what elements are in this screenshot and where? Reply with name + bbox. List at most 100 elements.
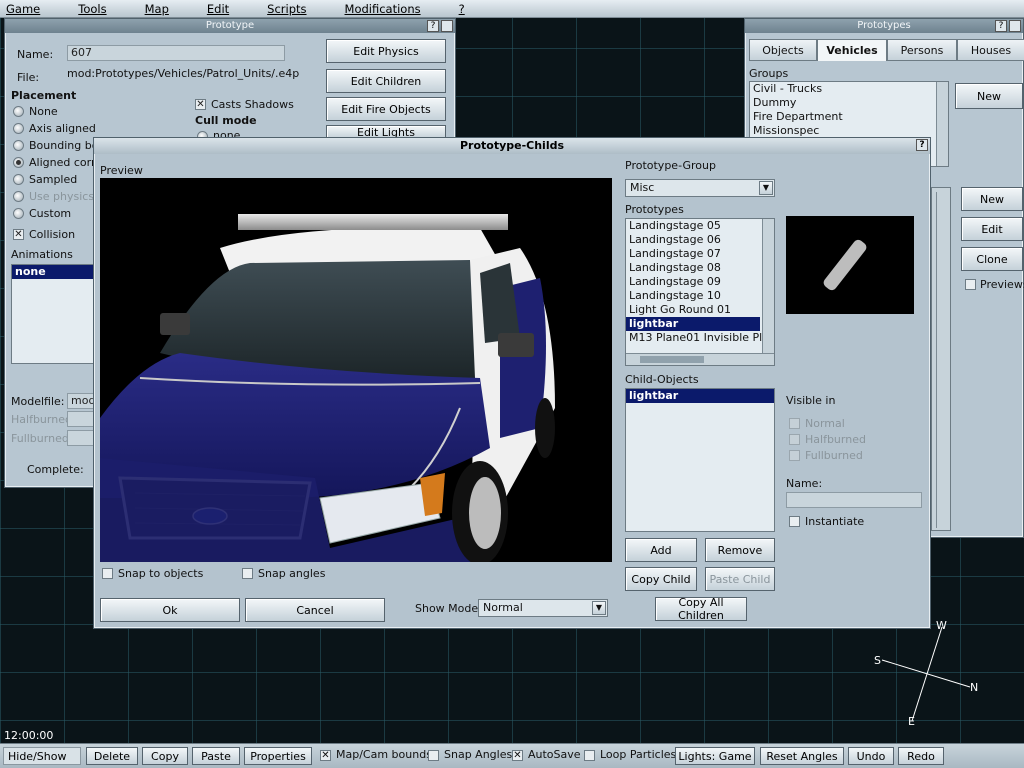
properties-button[interactable]: Properties <box>244 747 312 765</box>
menu-tools[interactable]: Tools <box>72 2 116 16</box>
chevron-down-icon[interactable]: ▼ <box>592 601 606 615</box>
menu-game[interactable]: Game <box>0 2 50 16</box>
dialog-title: Prototype-Childs ? <box>94 138 930 154</box>
snap-angles-checkbox[interactable] <box>242 568 253 579</box>
placement-aligned-corner-radio[interactable] <box>13 157 24 168</box>
list-item[interactable]: Dummy <box>750 96 948 110</box>
name-input[interactable]: 607 <box>67 45 285 61</box>
visible-halfburned-checkbox[interactable] <box>789 434 800 445</box>
copy-all-children-button[interactable]: Copy All Children <box>655 596 747 622</box>
list-item[interactable]: Light Go Round 01 <box>626 303 774 317</box>
map-cam-bounds-checkbox[interactable]: ✕ <box>320 750 331 761</box>
help-icon[interactable]: ? <box>916 139 928 151</box>
menu-edit[interactable]: Edit <box>201 2 239 16</box>
groups-scrollbar[interactable] <box>936 82 948 166</box>
child-objects-list[interactable]: lightbar <box>625 388 775 532</box>
edit-fire-objects-button[interactable]: Edit Fire Objects <box>326 97 446 121</box>
preview-viewport[interactable] <box>100 178 612 562</box>
visible-fullburned-checkbox[interactable] <box>789 450 800 461</box>
placement-bbox-radio[interactable] <box>13 140 24 151</box>
tab-vehicles[interactable]: Vehicles <box>817 39 887 61</box>
prototypes-scrollbar[interactable] <box>936 192 946 528</box>
tab-persons[interactable]: Persons <box>887 39 957 61</box>
copy-button[interactable]: Copy <box>142 747 188 765</box>
cancel-button[interactable]: Cancel <box>245 598 385 622</box>
redo-button[interactable]: Redo <box>898 747 944 765</box>
paste-child-button[interactable]: Paste Child <box>705 567 775 591</box>
bottom-toolbar: Hide/Show Delete Copy Paste Properties ✕… <box>0 743 1024 768</box>
list-item[interactable]: Landingstage 07 <box>626 247 774 261</box>
instantiate-checkbox[interactable] <box>789 516 800 527</box>
help-icon[interactable]: ? <box>995 20 1007 32</box>
add-button[interactable]: Add <box>625 538 697 562</box>
lightbar-preview-icon <box>823 239 867 291</box>
collision-checkbox[interactable]: ✕ <box>13 229 24 240</box>
undo-button[interactable]: Undo <box>848 747 894 765</box>
animations-list[interactable]: none <box>11 264 97 364</box>
prototypes-list[interactable]: Landingstage 05 Landingstage 06 Landings… <box>625 218 775 366</box>
menu-scripts[interactable]: Scripts <box>261 2 316 16</box>
prototype-group-dropdown[interactable]: Misc ▼ <box>625 179 775 197</box>
list-item[interactable]: Landingstage 06 <box>626 233 774 247</box>
show-model-dropdown[interactable]: Normal ▼ <box>478 599 608 617</box>
list-item[interactable]: Landingstage 10 <box>626 289 774 303</box>
chevron-down-icon[interactable]: ▼ <box>759 181 773 195</box>
menu-map[interactable]: Map <box>139 2 179 16</box>
show-model-label: Show Model <box>415 602 482 615</box>
list-item[interactable]: Missionspec <box>750 124 948 138</box>
ok-button[interactable]: Ok <box>100 598 240 622</box>
compass-w: W <box>936 619 947 632</box>
prototypes-hscrollbar[interactable] <box>626 353 774 365</box>
snap-angles-toolbar-checkbox[interactable] <box>428 750 439 761</box>
edit-children-button[interactable]: Edit Children <box>326 69 446 93</box>
list-item[interactable]: Fire Department <box>750 110 948 124</box>
snap-to-objects-checkbox[interactable] <box>102 568 113 579</box>
tab-objects[interactable]: Objects <box>749 39 817 61</box>
reset-angles-button[interactable]: Reset Angles <box>760 747 844 765</box>
list-item[interactable]: Landingstage 05 <box>626 219 774 233</box>
placement-custom-radio[interactable] <box>13 208 24 219</box>
paste-button[interactable]: Paste <box>192 747 240 765</box>
copy-child-button[interactable]: Copy Child <box>625 567 697 591</box>
scroll-thumb[interactable] <box>640 356 704 363</box>
groups-label: Groups <box>749 67 789 80</box>
clone-prototype-button[interactable]: Clone <box>961 247 1023 271</box>
new-prototype-button[interactable]: New <box>961 187 1023 211</box>
close-icon[interactable] <box>1009 20 1021 32</box>
list-item[interactable]: lightbar <box>626 317 760 331</box>
delete-button[interactable]: Delete <box>86 747 138 765</box>
menu-modifications[interactable]: Modifications <box>339 2 431 16</box>
tab-houses[interactable]: Houses <box>957 39 1024 61</box>
menu-bar: Game Tools Map Edit Scripts Modification… <box>0 0 1024 18</box>
placement-sampled-label: Sampled <box>29 173 78 186</box>
placement-none-radio[interactable] <box>13 106 24 117</box>
loop-particles-checkbox[interactable] <box>584 750 595 761</box>
snap-to-objects-label: Snap to objects <box>118 567 204 580</box>
close-icon[interactable] <box>441 20 453 32</box>
lights-game-button[interactable]: Lights: Game <box>675 747 755 765</box>
list-item[interactable]: M13 Plane01 Invisible Place <box>626 331 774 345</box>
placement-sampled-radio[interactable] <box>13 174 24 185</box>
file-path: mod:Prototypes/Vehicles/Patrol_Units/.e4… <box>67 67 300 80</box>
new-group-button[interactable]: New <box>955 83 1023 109</box>
visible-normal-checkbox[interactable] <box>789 418 800 429</box>
edit-physics-button[interactable]: Edit Physics <box>326 39 446 63</box>
list-item[interactable]: none <box>12 265 96 279</box>
placement-physics-radio[interactable] <box>13 191 24 202</box>
hide-show-button[interactable]: Hide/Show <box>3 747 81 765</box>
menu-help[interactable]: ? <box>453 2 475 16</box>
list-item[interactable]: lightbar <box>626 389 774 403</box>
placement-axis-radio[interactable] <box>13 123 24 134</box>
previews-checkbox[interactable] <box>965 279 976 290</box>
prototypes-vscrollbar[interactable] <box>762 219 774 353</box>
list-item[interactable]: Landingstage 09 <box>626 275 774 289</box>
help-icon[interactable]: ? <box>427 20 439 32</box>
remove-button[interactable]: Remove <box>705 538 775 562</box>
list-item[interactable]: Landingstage 08 <box>626 261 774 275</box>
prototypes-list[interactable] <box>931 187 951 531</box>
child-name-input[interactable] <box>786 492 922 508</box>
edit-prototype-button[interactable]: Edit <box>961 217 1023 241</box>
autosave-checkbox[interactable]: ✕ <box>512 750 523 761</box>
list-item[interactable]: Civil - Trucks <box>750 82 948 96</box>
casts-shadows-checkbox[interactable]: ✕ <box>195 99 206 110</box>
